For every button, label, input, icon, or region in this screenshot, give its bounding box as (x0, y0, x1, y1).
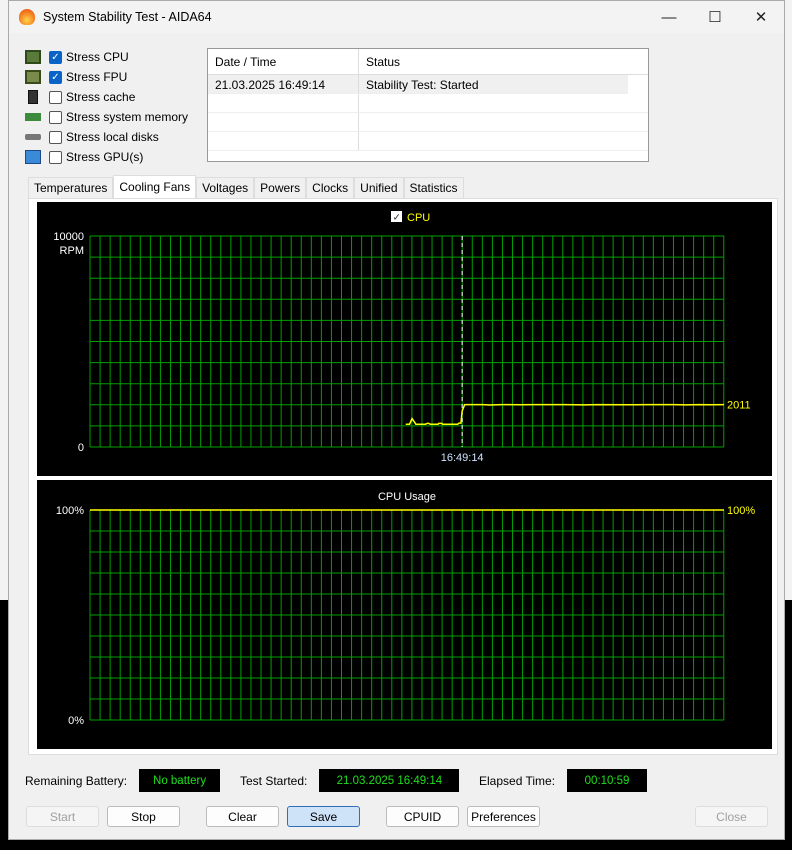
cooling-fans-chart: 16:49:14 10000 0 RPM 2011 ✓ CPU (37, 202, 772, 476)
table-row-empty (208, 94, 648, 113)
cpu-icon (25, 50, 41, 64)
log-time: 21.03.2025 16:49:14 (208, 75, 359, 93)
preferences-button[interactable]: Preferences (467, 806, 540, 827)
y-tick-bottom: 0 (78, 442, 84, 454)
aida64-flame-icon (19, 9, 35, 25)
stress-option-label: Stress system memory (66, 110, 189, 124)
stress-option[interactable]: Stress GPU(s) (25, 147, 188, 167)
tab-panel: 16:49:14 10000 0 RPM 2011 ✓ CPU 100% 0% 100% CPU … (28, 198, 778, 755)
cpu-usage-chart: 100% 0% 100% CPU Usage (37, 480, 772, 749)
tab-bar: Temperatures Cooling Fans Voltages Powers Cl… (28, 175, 464, 198)
log-status: Stability Test: Started (366, 78, 479, 92)
clear-button[interactable]: Clear (206, 806, 279, 827)
start-button[interactable]: Start (26, 806, 99, 827)
save-button[interactable]: Save (287, 806, 360, 827)
battery-value: No battery (139, 769, 221, 792)
test-started-label: Test Started: (240, 773, 308, 788)
stress-option-label: Stress FPU (66, 70, 128, 84)
stress-checkbox[interactable]: ✓ (49, 70, 62, 84)
stress-checkbox[interactable] (49, 110, 62, 124)
current-value-label: 100% (727, 505, 755, 517)
col-date-time[interactable]: Date / Time (208, 49, 359, 74)
stress-option[interactable]: Stress cache (25, 87, 188, 107)
tab-cooling-fans[interactable]: Cooling Fans (113, 175, 197, 198)
window-title: System Stability Test - AIDA64 (43, 10, 212, 24)
minimize-button[interactable]: — (646, 1, 692, 33)
cpuid-button[interactable]: CPUID (386, 806, 459, 827)
table-row-empty (208, 113, 648, 132)
battery-status: Remaining Battery: No battery (25, 769, 221, 792)
event-log-table[interactable]: Date / Time Status 21.03.2025 16:49:14 S… (207, 48, 649, 162)
y-tick-top: 100% (56, 505, 84, 517)
stop-button[interactable]: Stop (107, 806, 180, 827)
tab-voltages[interactable]: Voltages (196, 177, 255, 198)
elapsed-time-status: Elapsed Time: 00:10:59 (479, 769, 648, 792)
stress-option[interactable]: Stress system memory (25, 107, 188, 127)
test-started-status: Test Started: 21.03.2025 16:49:14 (240, 769, 460, 792)
tab-clocks[interactable]: Clocks (306, 177, 355, 198)
gpu-icon (25, 150, 41, 164)
log-header: Date / Time Status (208, 49, 648, 75)
tab-unified[interactable]: Unified (354, 177, 404, 198)
stress-option-label: Stress cache (66, 90, 136, 104)
stress-checkbox[interactable] (49, 150, 62, 164)
y-axis-label: RPM (60, 245, 84, 257)
stability-test-window: System Stability Test - AIDA64 — ☐ ✕ ✓ St… (8, 0, 785, 840)
table-row[interactable]: 21.03.2025 16:49:14 Stability Test: Star… (208, 75, 628, 94)
elapsed-time-value: 00:10:59 (567, 769, 648, 792)
chart-title: CPU Usage (378, 491, 436, 503)
maximize-button[interactable]: ☐ (692, 1, 738, 33)
fpu-icon (25, 70, 41, 84)
stress-option-label: Stress GPU(s) (66, 150, 144, 164)
stress-checkbox[interactable] (49, 130, 62, 144)
y-tick-top: 10000 (53, 231, 84, 243)
stress-option[interactable]: ✓ Stress FPU (25, 67, 188, 87)
title-bar[interactable]: System Stability Test - AIDA64 — ☐ ✕ (9, 1, 784, 33)
y-tick-bottom: 0% (68, 715, 84, 727)
cache-icon (28, 90, 38, 104)
elapsed-time-label: Elapsed Time: (479, 773, 556, 788)
series-line-cpu (405, 403, 725, 425)
test-started-value: 21.03.2025 16:49:14 (319, 769, 460, 792)
tab-powers[interactable]: Powers (254, 177, 307, 198)
table-row-empty (208, 132, 648, 151)
check-icon: ✓ (393, 213, 401, 224)
background-window-right (784, 0, 792, 600)
stress-option[interactable]: ✓ Stress CPU (25, 47, 188, 67)
stress-option-label: Stress CPU (66, 50, 129, 64)
stress-checkbox[interactable] (49, 90, 62, 104)
stress-options: ✓ Stress CPU ✓ Stress FPU Stress cache Stress… (25, 47, 188, 167)
tab-temperatures[interactable]: Temperatures (28, 177, 114, 198)
memory-icon (25, 113, 41, 121)
battery-label: Remaining Battery: (25, 773, 128, 788)
close-button[interactable]: Close (695, 806, 768, 827)
stress-option[interactable]: Stress local disks (25, 127, 188, 147)
stress-checkbox[interactable]: ✓ (49, 50, 62, 64)
stress-option-label: Stress local disks (66, 130, 159, 144)
current-value-label: 2011 (727, 400, 751, 412)
tab-statistics[interactable]: Statistics (403, 177, 464, 198)
col-status[interactable]: Status (359, 49, 407, 74)
disk-icon (25, 134, 41, 140)
time-marker-label: 16:49:14 (441, 452, 484, 464)
close-window-button[interactable]: ✕ (738, 1, 784, 33)
legend-label: CPU (407, 212, 430, 224)
